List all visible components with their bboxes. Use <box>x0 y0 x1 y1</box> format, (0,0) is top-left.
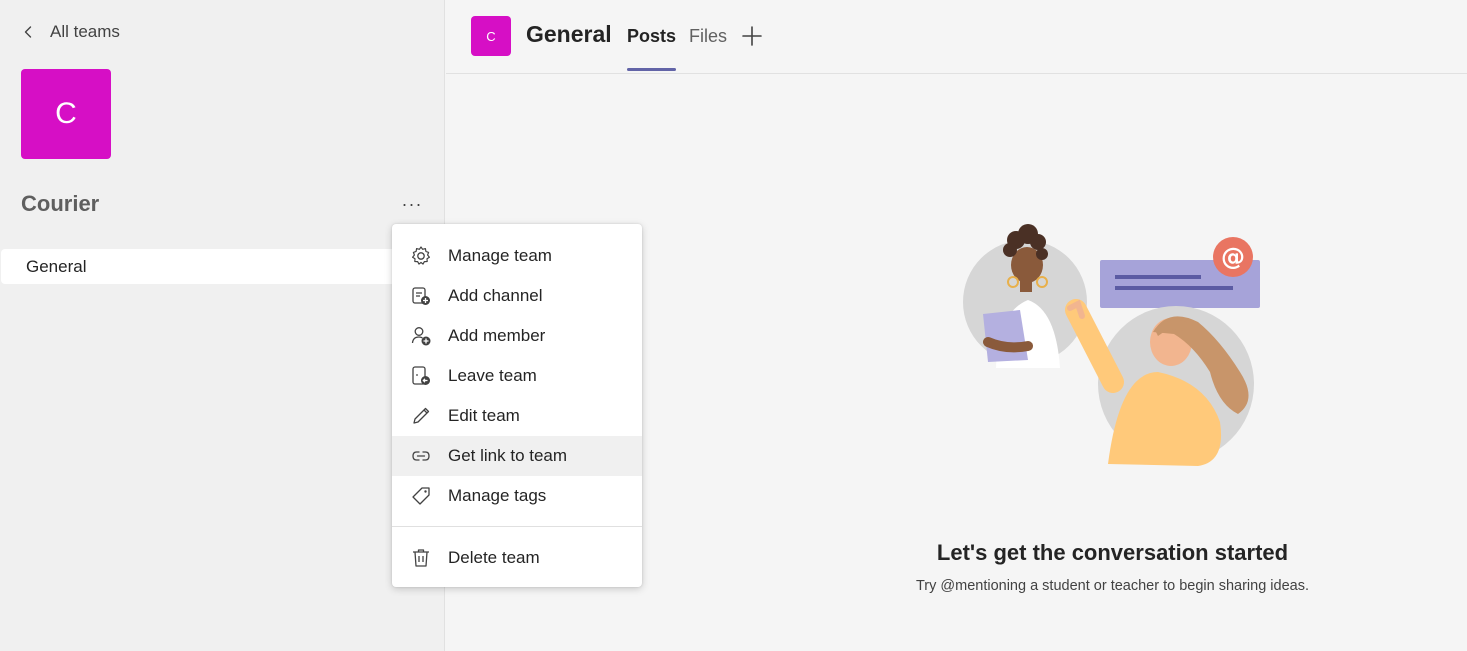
menu-item-label: Add member <box>448 326 546 345</box>
plus-icon <box>742 26 762 46</box>
menu-item-add-channel[interactable]: Add channel <box>392 276 642 316</box>
tag-icon <box>410 485 432 507</box>
channel-avatar: C <box>471 16 511 56</box>
tab-posts[interactable]: Posts <box>627 26 677 71</box>
menu-item-add-member[interactable]: Add member <box>392 316 642 356</box>
add-channel-icon <box>410 285 432 307</box>
team-sidebar: All teams C Courier ··· General <box>0 0 445 651</box>
all-teams-label: All teams <box>50 22 120 41</box>
all-teams-link[interactable]: All teams <box>20 22 120 42</box>
add-member-icon <box>410 325 432 347</box>
menu-item-label: Add channel <box>448 286 543 305</box>
menu-item-label: Manage tags <box>448 486 547 505</box>
channel-item-general[interactable]: General <box>1 249 441 284</box>
menu-divider <box>392 526 642 527</box>
link-icon <box>410 445 432 467</box>
tab-files[interactable]: Files <box>689 26 727 47</box>
team-name: Courier <box>21 191 100 216</box>
pencil-icon <box>410 405 432 427</box>
menu-item-edit-team[interactable]: Edit team <box>392 396 642 436</box>
conversation-illustration: @ <box>963 224 1260 466</box>
ellipsis-icon: ··· <box>401 193 423 214</box>
gear-icon <box>410 245 432 267</box>
menu-item-leave-team[interactable]: Leave team <box>392 356 642 396</box>
channel-header: C General Posts Files <box>446 0 1467 74</box>
empty-state-title: Let's get the conversation started <box>936 540 1289 565</box>
chevron-left-icon <box>24 26 32 38</box>
add-tab-button[interactable] <box>740 24 764 48</box>
leave-team-icon <box>410 365 432 387</box>
team-context-menu: Manage team Add channel Add member Leave… <box>392 224 642 587</box>
trash-icon <box>410 547 432 569</box>
channel-item-label: General <box>26 256 87 276</box>
team-avatar[interactable]: C <box>21 69 111 159</box>
svg-text:@: @ <box>1221 243 1245 271</box>
channel-avatar-initial: C <box>486 28 496 44</box>
channel-title: General <box>526 21 612 47</box>
team-avatar-initial: C <box>55 97 77 130</box>
menu-item-label: Leave team <box>448 366 537 385</box>
menu-item-label: Manage team <box>448 246 552 265</box>
more-options-button[interactable]: ··· <box>398 190 426 218</box>
menu-item-manage-team[interactable]: Manage team <box>392 236 642 276</box>
menu-item-label: Delete team <box>448 548 540 567</box>
menu-item-delete-team[interactable]: Delete team <box>392 538 642 578</box>
menu-item-label: Get link to team <box>448 446 568 465</box>
menu-item-manage-tags[interactable]: Manage tags <box>392 476 642 516</box>
menu-item-get-link[interactable]: Get link to team <box>392 436 642 476</box>
menu-item-label: Edit team <box>448 406 520 425</box>
empty-state-subtitle: Try @mentioning a student or teacher to … <box>915 578 1309 594</box>
